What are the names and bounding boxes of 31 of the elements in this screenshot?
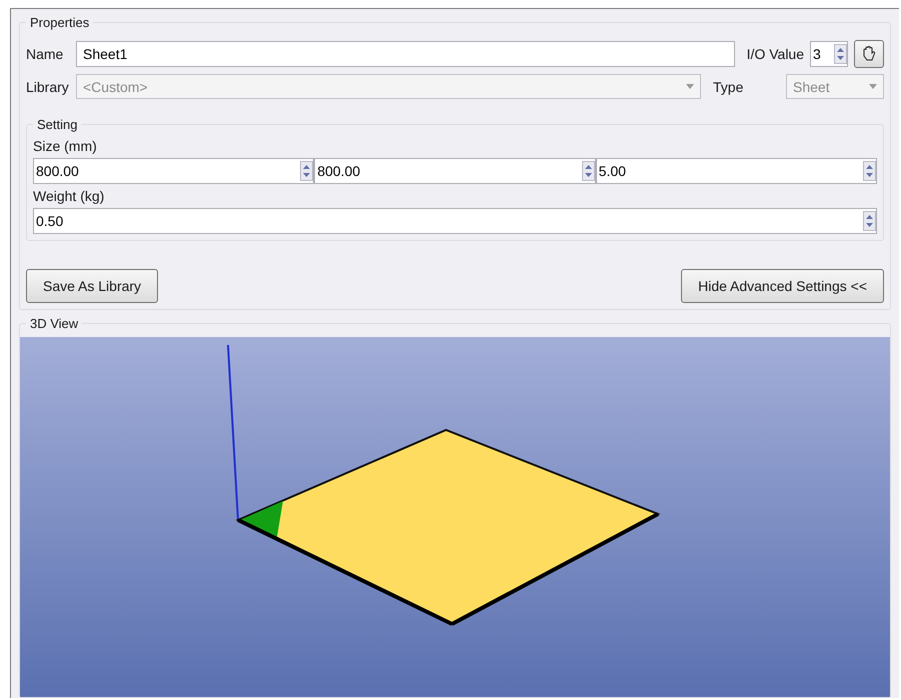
spin-arrows-icon[interactable] [300, 161, 314, 181]
field-label: Size (mm) [33, 138, 98, 154]
spin-box[interactable]: 800.00 [314, 158, 596, 184]
number-field[interactable]: 0.50 [36, 213, 863, 229]
name-field[interactable]: Sheet1 [76, 41, 735, 67]
number-field[interactable]: 800.00 [36, 163, 300, 179]
number-field[interactable]: 3 [813, 46, 834, 62]
spin-arrows-icon[interactable] [582, 161, 595, 181]
action-button[interactable]: Save As Library [26, 269, 158, 303]
field-label: Type [713, 78, 744, 94]
group-title: 3D View [29, 316, 80, 331]
spin-arrows-icon[interactable] [862, 161, 876, 181]
caret-icon [869, 84, 877, 89]
number-field[interactable]: 5.00 [598, 163, 863, 179]
3d-viewport[interactable] [20, 337, 890, 697]
spin-box[interactable]: 0.50 [33, 208, 877, 234]
group-title: Properties [29, 15, 90, 30]
spin-arrows-icon[interactable] [834, 44, 847, 64]
field-label: Name [26, 46, 64, 62]
action-button[interactable]: Hide Advanced Settings << [681, 269, 884, 303]
hand-button[interactable] [854, 40, 884, 68]
number-field[interactable]: 800.00 [317, 163, 582, 179]
spin-arrows-icon[interactable] [863, 211, 876, 231]
caret-icon [686, 84, 694, 89]
group-title: Setting [36, 117, 78, 132]
spin-box[interactable]: 5.00 [596, 158, 877, 184]
spin-box[interactable]: 3 [810, 41, 848, 67]
field-label: Library [26, 78, 70, 94]
spin-box[interactable]: 800.00 [33, 158, 314, 184]
field-label: Weight (kg) [33, 188, 106, 204]
field-label: I/O Value [746, 46, 804, 62]
